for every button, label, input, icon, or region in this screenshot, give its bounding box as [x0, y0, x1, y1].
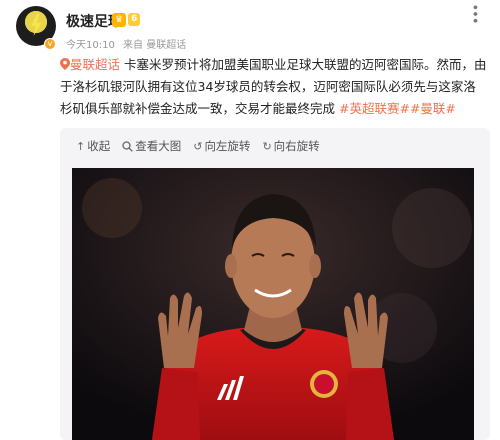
- rotate-left-button[interactable]: ↺ 向左旋转: [193, 138, 250, 154]
- rotate-left-icon: ↺: [193, 139, 203, 153]
- hashtag-link[interactable]: #曼联#: [410, 101, 456, 116]
- rotate-right-label: 向右旋转: [273, 139, 320, 153]
- collapse-label: 收起: [87, 139, 111, 153]
- post-time: 今天10:10: [66, 40, 115, 51]
- post-meta: 今天10:10 来自 曼联超话: [66, 36, 191, 51]
- rotate-right-button[interactable]: ↻ 向右旋转: [262, 138, 319, 154]
- rotate-left-label: 向左旋转: [204, 139, 251, 153]
- post-text: 曼联超话 卡塞米罗预计将加盟美国职业足球大联盟的迈阿密国际。然而，由于洛杉矶银河…: [60, 54, 488, 120]
- hashtag-link[interactable]: #英超联赛#: [339, 101, 410, 116]
- lightning-logo-icon: [31, 14, 42, 36]
- post-source[interactable]: 来自 曼联超话: [123, 40, 186, 51]
- collapse-button[interactable]: ↑ 收起: [76, 138, 110, 154]
- post-photo[interactable]: [72, 168, 474, 440]
- view-large-label: 查看大图: [135, 139, 182, 153]
- rotate-right-icon: ↻: [262, 139, 272, 153]
- vip-badge[interactable]: ♛ 6: [112, 12, 141, 27]
- crown-icon: ♛: [112, 12, 126, 27]
- location-link[interactable]: 曼联超话: [60, 57, 124, 72]
- view-large-button[interactable]: 查看大图: [122, 138, 181, 154]
- search-icon: [122, 140, 133, 152]
- image-viewer-panel: ↑ 收起 查看大图 ↺ 向左旋转 ↻ 向右旋转: [60, 128, 490, 440]
- verified-badge-icon: v: [44, 38, 56, 50]
- location-label[interactable]: 曼联超话: [70, 57, 120, 72]
- more-options-icon[interactable]: •••: [466, 3, 481, 23]
- player-photo-illustration: [72, 168, 474, 440]
- vip-level: 6: [128, 13, 141, 26]
- image-toolbar: ↑ 收起 查看大图 ↺ 向左旋转 ↻ 向右旋转: [76, 138, 332, 154]
- location-pin-icon: [60, 58, 70, 70]
- collapse-icon: ↑: [76, 139, 86, 153]
